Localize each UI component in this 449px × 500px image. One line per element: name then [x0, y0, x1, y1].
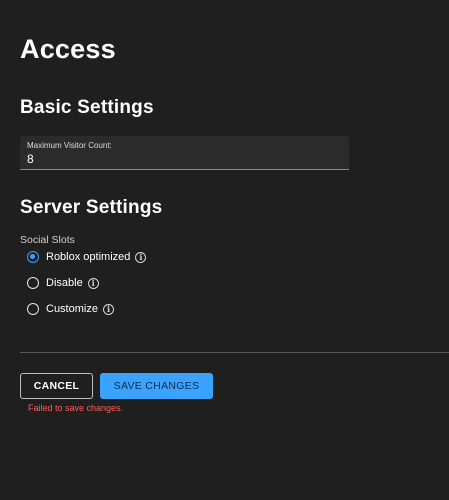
- max-visitor-count-label: Maximum Visitor Count:: [27, 141, 112, 150]
- cancel-button[interactable]: CANCEL: [20, 373, 93, 399]
- radio-unselected-icon[interactable]: [27, 277, 39, 289]
- info-icon[interactable]: i: [102, 303, 114, 315]
- social-slots-option-customize[interactable]: Customize i: [27, 301, 114, 317]
- social-slots-label: Social Slots: [20, 234, 75, 246]
- save-changes-button[interactable]: SAVE CHANGES: [100, 373, 213, 399]
- info-icon[interactable]: i: [135, 251, 147, 263]
- radio-label: Customize: [46, 303, 98, 315]
- max-visitor-count-input[interactable]: [27, 152, 327, 166]
- max-visitor-count-field[interactable]: Maximum Visitor Count:: [20, 136, 349, 170]
- social-slots-option-roblox-optimized[interactable]: Roblox optimized i: [27, 249, 147, 265]
- page-title: Access: [20, 34, 116, 64]
- info-icon[interactable]: i: [87, 277, 99, 289]
- basic-settings-title: Basic Settings: [20, 97, 154, 118]
- server-settings-title: Server Settings: [20, 197, 163, 218]
- radio-unselected-icon[interactable]: [27, 303, 39, 315]
- divider: [20, 352, 449, 353]
- error-message: Failed to save changes.: [28, 403, 124, 413]
- radio-selected-icon[interactable]: [27, 251, 39, 263]
- social-slots-option-disable[interactable]: Disable i: [27, 275, 99, 291]
- radio-label: Disable: [46, 277, 83, 289]
- radio-label: Roblox optimized: [46, 251, 131, 263]
